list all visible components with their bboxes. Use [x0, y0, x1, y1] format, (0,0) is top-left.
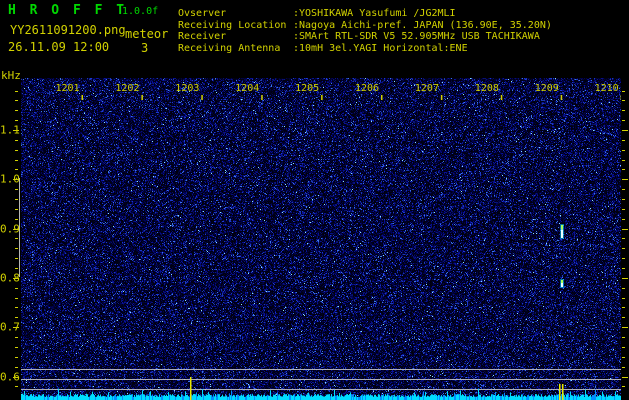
meteor-count: 3: [141, 41, 149, 55]
freq-major-tick: [622, 179, 628, 181]
freq-minor-tick: [15, 189, 18, 191]
freq-minor-tick: [15, 317, 18, 319]
freq-minor-tick: [15, 169, 18, 171]
time-tick-label: 1206: [355, 83, 380, 94]
output-filename: YY2611091200.png: [10, 23, 126, 37]
freq-minor-tick: [15, 268, 18, 270]
time-tick-label: 1204: [235, 83, 260, 94]
freq-minor-tick: [15, 218, 18, 220]
freq-minor-tick: [15, 199, 18, 201]
freq-minor-tick: [622, 120, 625, 122]
freq-minor-tick: [622, 110, 625, 112]
mode-label: meteor: [125, 27, 169, 41]
freq-minor-tick: [15, 248, 18, 250]
freq-minor-tick: [622, 189, 625, 191]
info-label: Receiving Antenna: [178, 42, 281, 54]
info-value: :10mH 3el.YAGI Horizontal:ENE: [293, 42, 468, 54]
freq-major-tick: [13, 130, 19, 131]
info-row: Receiving Antenna :10mH 3el.YAGI Horizont…: [178, 43, 552, 55]
app-version: 1.0.0f: [122, 6, 159, 17]
freq-minor-tick: [15, 366, 18, 368]
freq-minor-tick: [15, 297, 18, 299]
freq-minor-tick: [622, 386, 625, 388]
freq-minor-tick: [15, 258, 18, 260]
freq-minor-tick: [622, 100, 625, 102]
hrofft-screen: H R O F F T 1.0.0f YY2611091200.png mete…: [0, 0, 629, 400]
freq-minor-tick: [622, 287, 625, 289]
time-tick-label: 1208: [474, 83, 499, 94]
freq-minor-tick: [622, 139, 625, 141]
freq-major-tick: [13, 228, 19, 230]
info-row: Receiver :SMArt RTL-SDR V5 52.905MHz USB …: [178, 31, 552, 43]
freq-minor-tick: [622, 90, 625, 92]
freq-minor-tick: [15, 346, 18, 348]
spectrogram-canvas: [21, 78, 621, 400]
time-tick-label: 1201: [55, 83, 80, 94]
info-label: Ovserver: [178, 8, 227, 19]
freq-major-tick: [622, 327, 628, 329]
freq-minor-tick: [622, 356, 625, 358]
freq-minor-tick: [15, 120, 18, 122]
freq-minor-tick: [15, 149, 18, 151]
freq-major-tick: [13, 179, 19, 181]
freq-minor-tick: [622, 268, 625, 270]
freq-minor-tick: [622, 297, 625, 299]
freq-minor-tick: [622, 337, 625, 339]
app-title: H R O F F T: [8, 3, 128, 18]
freq-minor-tick: [15, 356, 18, 358]
info-label: Receiving Location: [178, 19, 287, 31]
freq-minor-tick: [15, 337, 18, 339]
time-tick-label: 1210: [594, 83, 619, 94]
time-tick-label: 1202: [115, 83, 140, 94]
freq-minor-tick: [622, 159, 625, 161]
time-tick-label: 1207: [414, 83, 439, 94]
freq-minor-tick: [622, 208, 625, 210]
freq-major-tick: [13, 327, 19, 329]
freq-major-tick: [622, 130, 628, 131]
info-row: Ovserver :YOSHIKAWA Yasufumi /JG2MLI: [178, 8, 552, 20]
freq-minor-tick: [622, 307, 625, 309]
freq-major-tick: [13, 277, 19, 279]
freq-minor-tick: [15, 287, 18, 289]
freq-major-tick: [622, 277, 628, 279]
freq-minor-tick: [15, 208, 18, 210]
info-value: :YOSHIKAWA Yasufumi /JG2MLI: [293, 8, 456, 19]
freq-minor-tick: [622, 366, 625, 368]
freq-minor-tick: [15, 90, 18, 92]
freq-minor-tick: [622, 258, 625, 260]
datetime-label: 26.11.09 12:00: [8, 40, 110, 54]
freq-major-tick: [622, 376, 628, 378]
freq-major-tick: [622, 228, 628, 230]
freq-minor-tick: [622, 346, 625, 348]
freq-minor-tick: [15, 139, 18, 141]
freq-minor-tick: [622, 199, 625, 201]
freq-minor-tick: [622, 238, 625, 240]
freq-minor-tick: [15, 238, 18, 240]
time-tick-label: 1203: [175, 83, 200, 94]
freq-minor-tick: [622, 218, 625, 220]
info-value: :Nagoya Aichi-pref. JAPAN (136.90E, 35.2…: [293, 19, 552, 31]
time-tick-label: 1205: [295, 83, 320, 94]
freq-minor-tick: [15, 386, 18, 388]
freq-minor-tick: [622, 248, 625, 250]
freq-minor-tick: [622, 169, 625, 171]
info-value: :SMArt RTL-SDR V5 52.905MHz USB TACHIKAW…: [293, 31, 540, 43]
info-label: Receiver: [178, 31, 227, 43]
time-tick-label: 1209: [534, 83, 559, 94]
freq-axis-unit: kHz: [1, 69, 21, 82]
freq-minor-tick: [15, 307, 18, 309]
freq-minor-tick: [622, 317, 625, 319]
observer-info-block: Ovserver:YOSHIKAWA Yasufumi /JG2MLI Recei…: [178, 8, 552, 54]
freq-minor-tick: [15, 159, 18, 161]
info-row: Receiving Location :Nagoya Aichi-pref. JA…: [178, 20, 552, 32]
freq-minor-tick: [15, 110, 18, 112]
freq-major-tick: [13, 376, 19, 378]
freq-minor-tick: [15, 100, 18, 102]
freq-minor-tick: [622, 149, 625, 151]
